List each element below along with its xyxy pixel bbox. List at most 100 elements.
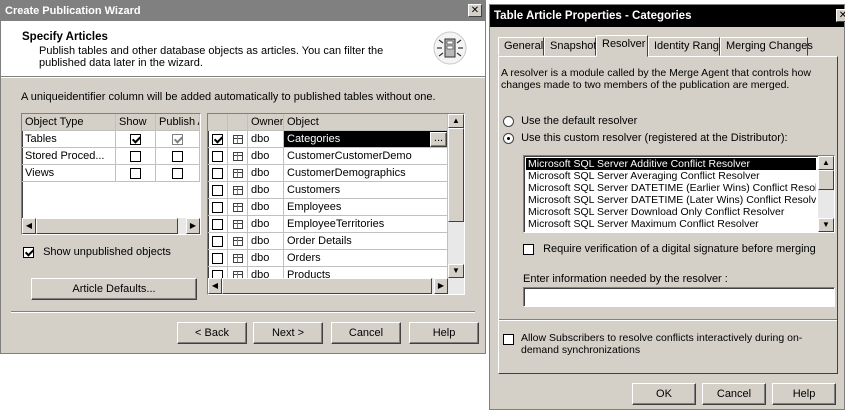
article-defaults-label: Article Defaults... (72, 283, 156, 295)
tab-identity-range[interactable]: Identity Range (648, 37, 725, 56)
require-signature-option[interactable]: Require verification of a digital signat… (523, 243, 816, 255)
publish-header: Publish A (156, 114, 200, 131)
show-views-checkbox[interactable] (130, 167, 141, 179)
object-list-hscrollbar[interactable]: ◀ ▶ (208, 278, 464, 294)
scroll-up-icon[interactable]: ▲ (818, 156, 834, 170)
row-object-cell: CustomerCustomerDemo (284, 148, 448, 165)
row-object-cell: CustomerDemographics (284, 165, 448, 182)
table-icon (232, 134, 243, 144)
scroll-right-icon[interactable]: ▶ (186, 218, 200, 234)
resolver-list-item[interactable]: Microsoft SQL Server Download Only Confl… (526, 206, 816, 218)
tab-merging-changes[interactable]: Merging Changes (720, 37, 813, 56)
show-tables-checkbox[interactable] (130, 133, 141, 145)
scroll-up-icon[interactable]: ▲ (448, 114, 464, 128)
use-custom-resolver-option[interactable]: Use this custom resolver (registered at … (503, 132, 788, 144)
resolver-info-input[interactable] (523, 287, 835, 307)
scroll-thumb[interactable] (818, 170, 834, 190)
row-owner-cell: dbo (248, 131, 284, 148)
article-checkbox[interactable] (212, 201, 223, 213)
tab-resolver[interactable]: Resolver (596, 35, 648, 57)
show-stored-procedures-checkbox[interactable] (130, 150, 141, 162)
next-label: Next > (271, 327, 305, 339)
table-icon (232, 219, 243, 229)
props-help-label: Help (792, 388, 816, 400)
show-unpublished-option[interactable]: Show unpublished objects (23, 246, 171, 258)
wizard-footer-divider (11, 311, 475, 313)
article-checkbox[interactable] (212, 184, 223, 196)
wizard-close-button[interactable]: ✕ (468, 4, 482, 17)
wizard-cancel-button[interactable]: Cancel (331, 322, 401, 344)
publish-stored-procedures-checkbox[interactable] (172, 150, 183, 162)
show-unpublished-checkbox[interactable] (23, 246, 34, 258)
article-checkbox[interactable] (212, 167, 223, 179)
table-icon (232, 168, 243, 178)
props-help-button[interactable]: Help (772, 383, 836, 405)
allow-interactive-option[interactable]: Allow Subscribers to resolve conflicts i… (503, 332, 833, 356)
row-icon-cell (228, 233, 248, 250)
publish-tables-checkbox[interactable] (172, 133, 183, 145)
resolver-list-vscrollbar[interactable]: ▲ ▼ (818, 156, 834, 232)
wizard-help-button[interactable]: Help (409, 322, 479, 344)
row-icon-cell (228, 250, 248, 267)
article-defaults-button[interactable]: Article Defaults... (31, 278, 197, 300)
scroll-thumb[interactable] (36, 218, 178, 234)
publish-views-checkbox[interactable] (172, 167, 183, 179)
scroll-down-icon[interactable]: ▼ (448, 264, 464, 278)
tab-general[interactable]: General (498, 37, 544, 56)
scroll-left-icon[interactable]: ◀ (22, 218, 36, 234)
props-tab-strip: General Snapshot Resolver Identity Range… (498, 35, 838, 57)
scroll-left-icon[interactable]: ◀ (208, 278, 222, 294)
check-header (208, 114, 228, 131)
table-icon (232, 202, 243, 212)
props-title: Table Article Properties - Categories (494, 10, 692, 22)
show-unpublished-label: Show unpublished objects (43, 246, 171, 259)
tab-snapshot[interactable]: Snapshot (544, 37, 596, 56)
object-type-table[interactable]: Object Type Show Publish A Tables Stored… (21, 113, 201, 235)
object-list-vscrollbar[interactable]: ▲ ▼ (448, 114, 464, 278)
article-checkbox[interactable] (212, 252, 223, 264)
resolver-list-item[interactable]: Microsoft SQL Server DATETIME (Earlier W… (526, 182, 816, 194)
props-cancel-button[interactable]: Cancel (702, 383, 766, 405)
resolver-list-item[interactable]: Microsoft SQL Server Additive Conflict R… (526, 158, 816, 170)
next-button[interactable]: Next > (253, 322, 323, 344)
props-title-bar[interactable]: Table Article Properties - Categories (490, 5, 844, 27)
resolver-tab-page: A resolver is a module called by the Mer… (498, 56, 838, 374)
row-icon-cell (228, 199, 248, 216)
scroll-down-icon[interactable]: ▼ (818, 218, 834, 232)
resolver-list[interactable]: Microsoft SQL Server Additive Conflict R… (523, 155, 835, 233)
props-close-button[interactable]: ✕ (836, 9, 845, 22)
article-checkbox[interactable] (212, 150, 223, 162)
table-icon (232, 253, 243, 263)
row-object-cell: EmployeeTerritories (284, 216, 448, 233)
publish-cell (156, 165, 200, 182)
object-type-cell: Stored Proced... (22, 148, 116, 165)
scroll-thumb[interactable] (222, 278, 432, 294)
row-check-cell (208, 233, 228, 250)
resolver-list-item[interactable]: Microsoft SQL Server Maximum Conflict Re… (526, 218, 816, 230)
resolver-list-item[interactable]: Microsoft SQL Server Averaging Conflict … (526, 170, 816, 182)
scroll-right-icon[interactable]: ▶ (434, 278, 448, 294)
icon-header (228, 114, 248, 131)
use-custom-resolver-radio[interactable] (503, 132, 514, 144)
allow-interactive-checkbox[interactable] (503, 333, 514, 345)
require-signature-checkbox[interactable] (523, 243, 534, 255)
use-default-resolver-radio[interactable] (503, 115, 514, 127)
resolver-description: A resolver is a module called by the Mer… (501, 67, 811, 91)
wizard-title-bar[interactable]: Create Publication Wizard (1, 1, 485, 21)
scroll-thumb[interactable] (448, 128, 464, 222)
back-button[interactable]: < Back (177, 322, 247, 344)
table-icon (232, 185, 243, 195)
article-checkbox[interactable] (212, 235, 223, 247)
ok-button[interactable]: OK (632, 383, 696, 405)
show-cell (116, 148, 156, 165)
object-header: Object (284, 114, 448, 131)
row-check-cell (208, 199, 228, 216)
object-type-hscrollbar[interactable]: ◀ ▶ (22, 218, 200, 234)
article-checkbox[interactable] (212, 218, 223, 230)
object-list-table[interactable]: Owner Object dbo Categories... dbo Customer… (207, 113, 465, 295)
object-ellipsis-button[interactable]: ... (430, 132, 447, 147)
use-default-resolver-option[interactable]: Use the default resolver (503, 115, 637, 127)
row-owner-cell: dbo (248, 199, 284, 216)
article-checkbox[interactable] (212, 133, 223, 145)
resolver-list-item[interactable]: Microsoft SQL Server DATETIME (Later Win… (526, 194, 816, 206)
